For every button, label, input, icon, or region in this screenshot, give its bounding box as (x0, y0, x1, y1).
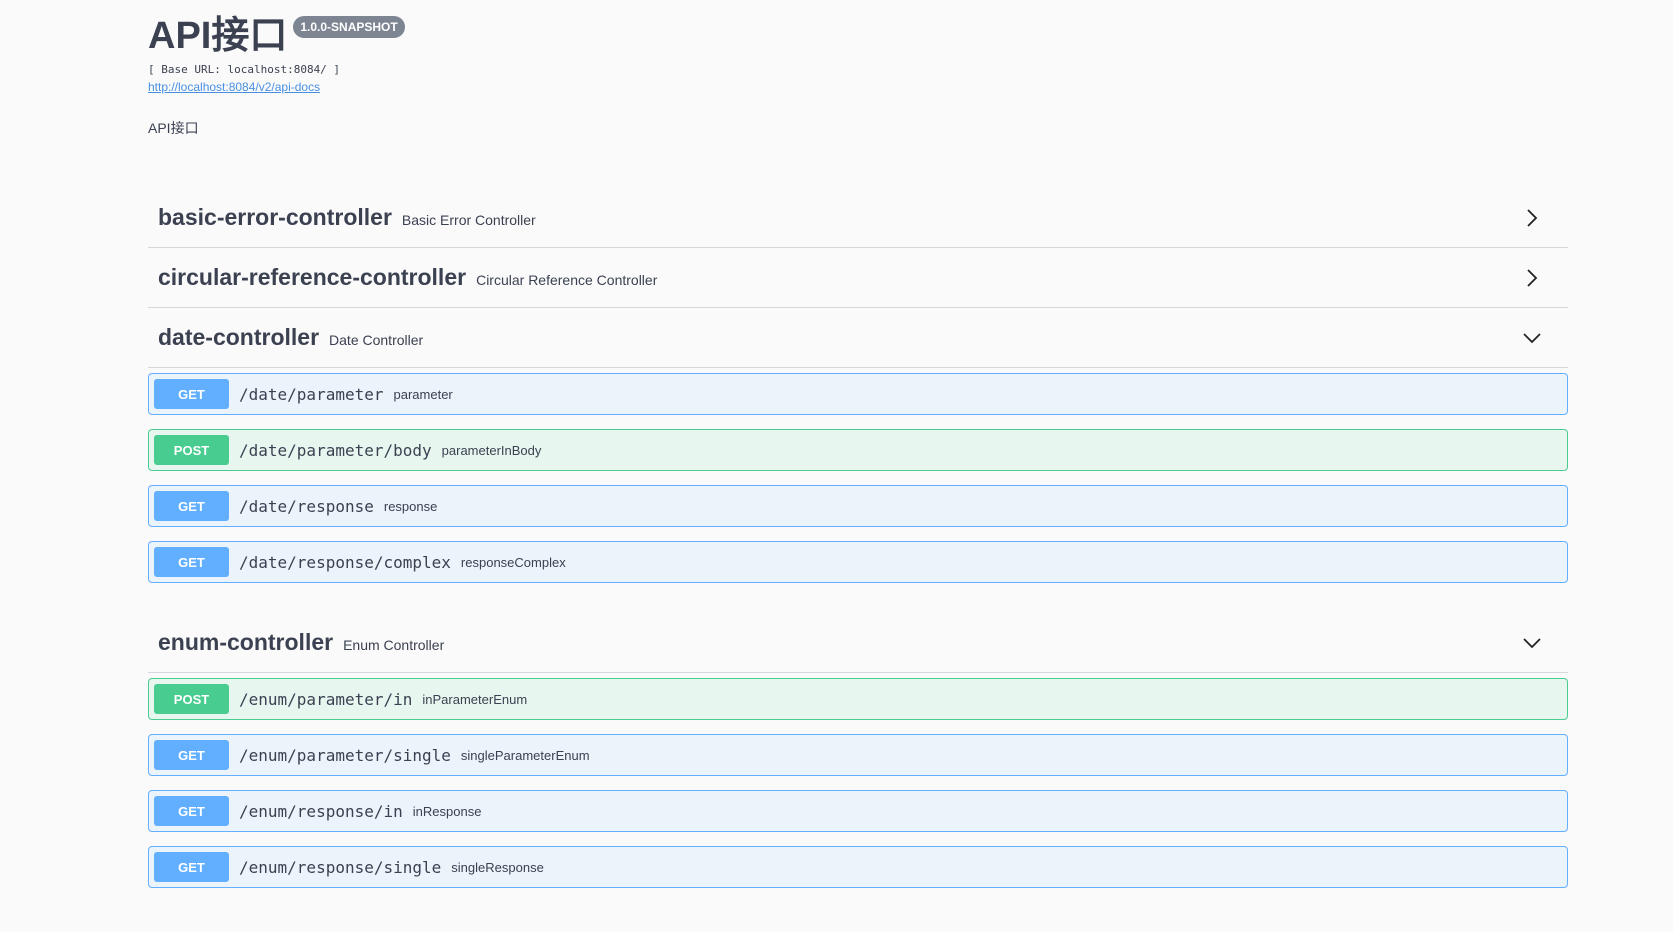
tag-header[interactable]: circular-reference-controller Circular Re… (148, 248, 1568, 308)
operation-summary: inParameterEnum (422, 691, 528, 707)
tag-description: Enum Controller (343, 636, 445, 653)
tag-section-1: circular-reference-controller Circular Re… (148, 248, 1568, 308)
http-method-badge: GET (154, 852, 229, 882)
operation-row[interactable]: GET/enum/response/in inResponse (148, 790, 1568, 832)
operation-row[interactable]: POST/enum/parameter/in inParameterEnum (148, 678, 1568, 720)
tag-section-3: enum-controller Enum Controller POST/enum/… (148, 613, 1568, 918)
chevron-right-icon[interactable] (1522, 208, 1542, 228)
tag-name: enum-controller (158, 629, 334, 655)
http-method-badge: GET (154, 491, 229, 521)
tag-description: Basic Error Controller (401, 211, 536, 228)
swagger-info-container: API接口 1.0.0-SNAPSHOT [ Base URL: localho… (148, 0, 1568, 918)
operation-summary: singleParameterEnum (460, 747, 590, 763)
operation-path: /date/parameter (239, 384, 384, 404)
tag-header[interactable]: date-controller Date Controller (148, 308, 1568, 368)
operation-list: POST/enum/parameter/in inParameterEnum GET… (148, 673, 1568, 918)
chevron-right-icon[interactable] (1522, 268, 1542, 288)
http-method-badge: GET (154, 740, 229, 770)
operation-summary: response (383, 498, 438, 514)
operation-summary: inResponse (412, 803, 482, 819)
api-docs-link[interactable]: http://localhost:8084/v2/api-docs (148, 80, 320, 94)
tag-name: basic-error-controller (158, 204, 392, 230)
operation-path: /enum/parameter/single (239, 745, 451, 765)
operation-row[interactable]: GET/date/parameter parameter (148, 373, 1568, 415)
operation-list: GET/date/parameter parameter POST/date/par… (148, 368, 1568, 613)
operation-path: /enum/parameter/in (239, 689, 413, 709)
tag-section-0: basic-error-controller Basic Error Contro… (148, 188, 1568, 248)
tag-header[interactable]: enum-controller Enum Controller (148, 613, 1568, 673)
title-row: API接口 1.0.0-SNAPSHOT (148, 14, 1568, 58)
api-description: API接口 (148, 120, 199, 136)
tag-list: basic-error-controller Basic Error Contro… (148, 188, 1568, 918)
tag-name: circular-reference-controller (158, 264, 467, 290)
tag-name: date-controller (158, 324, 320, 350)
operation-path: /enum/response/in (239, 801, 403, 821)
operation-row[interactable]: GET/date/response/complex responseComplex (148, 541, 1568, 583)
operation-row[interactable]: GET/enum/response/single singleResponse (148, 846, 1568, 888)
operation-summary: singleResponse (451, 859, 544, 875)
page-title: API接口 (148, 15, 288, 57)
operation-summary: parameterInBody (441, 442, 542, 458)
operation-summary: parameter (393, 386, 453, 402)
version-badge: 1.0.0-SNAPSHOT (293, 16, 405, 38)
operation-path: /date/response/complex (239, 552, 451, 572)
http-method-badge: POST (154, 684, 229, 714)
http-method-badge: POST (154, 435, 229, 465)
http-method-badge: GET (154, 796, 229, 826)
operation-row[interactable]: GET/enum/parameter/single singleParameter… (148, 734, 1568, 776)
tag-description: Circular Reference Controller (476, 271, 658, 288)
tag-description: Date Controller (329, 331, 424, 348)
operation-path: /date/response (239, 496, 374, 516)
chevron-down-icon[interactable] (1522, 328, 1542, 348)
operation-row[interactable]: POST/date/parameter/body parameterInBody (148, 429, 1568, 471)
tag-section-2: date-controller Date Controller GET/date/p… (148, 308, 1568, 613)
operation-summary: responseComplex (460, 554, 566, 570)
http-method-badge: GET (154, 379, 229, 409)
chevron-down-icon[interactable] (1522, 633, 1542, 653)
tag-header[interactable]: basic-error-controller Basic Error Contro… (148, 188, 1568, 248)
operation-row[interactable]: GET/date/response response (148, 485, 1568, 527)
base-url: [ Base URL: localhost:8084/ ] (148, 63, 341, 76)
operation-path: /date/parameter/body (239, 440, 432, 460)
operation-path: /enum/response/single (239, 857, 442, 877)
http-method-badge: GET (154, 547, 229, 577)
